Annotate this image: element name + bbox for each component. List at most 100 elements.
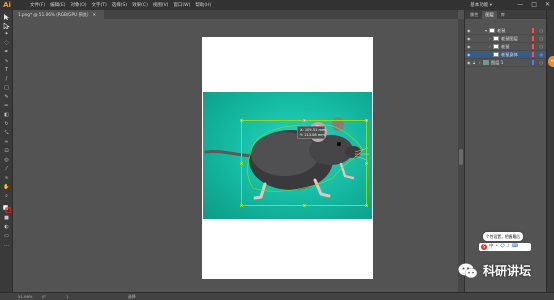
ime-mic-icon[interactable]: ♪ bbox=[507, 244, 510, 250]
menu-edit[interactable]: 编辑(E) bbox=[50, 2, 65, 8]
shape-builder-tool-icon[interactable]: ◎ bbox=[3, 158, 10, 163]
width-tool-icon[interactable]: ≈ bbox=[3, 140, 10, 145]
eyedropper-tool-icon[interactable]: ⁄ bbox=[3, 167, 10, 172]
target-icon[interactable]: ○ bbox=[540, 28, 544, 33]
ime-keyboard-icon[interactable]: ⌨ bbox=[512, 244, 519, 250]
pen-tool-icon[interactable]: ✒ bbox=[3, 50, 10, 55]
selection-tool-icon[interactable] bbox=[3, 14, 10, 20]
layer-color-tag bbox=[532, 36, 534, 41]
fill-stroke-icon[interactable] bbox=[2, 204, 12, 214]
app-logo: Ai bbox=[3, 1, 11, 9]
layer-name[interactable]: 老鼠身体 bbox=[501, 52, 518, 58]
target-icon[interactable]: ○ bbox=[540, 36, 544, 41]
resize-handle[interactable] bbox=[240, 162, 243, 165]
close-tab-icon[interactable]: ✕ bbox=[92, 12, 96, 17]
close-window-button[interactable]: ✕ bbox=[545, 1, 550, 9]
tab-properties[interactable]: 属性 bbox=[467, 11, 481, 19]
lock-icon[interactable]: 🔒︎ bbox=[473, 60, 477, 65]
menu-select[interactable]: 选择(S) bbox=[112, 2, 127, 8]
ime-emoji-icon[interactable]: ☺ bbox=[500, 244, 505, 250]
tab-layers[interactable]: 图层 bbox=[482, 11, 497, 19]
blend-tool-icon[interactable]: ∞ bbox=[3, 176, 10, 181]
resize-handle[interactable] bbox=[365, 162, 368, 165]
zoom-tool-icon[interactable]: ⌕ bbox=[3, 194, 10, 199]
layer-name[interactable]: 图层 1 bbox=[491, 60, 503, 66]
floating-assistant-icon[interactable]: • bbox=[548, 56, 554, 67]
layer-thumbnail bbox=[489, 28, 495, 33]
maximize-button[interactable]: □ bbox=[531, 1, 537, 9]
resize-handle[interactable] bbox=[365, 204, 368, 207]
layer-row[interactable]: ◉ › 老鼠图层 ○ bbox=[465, 35, 546, 43]
layer-name[interactable]: 老鼠 bbox=[497, 28, 505, 34]
menu-effect[interactable]: 效果(C) bbox=[132, 2, 148, 8]
type-tool-icon[interactable]: T bbox=[3, 68, 10, 73]
lasso-tool-icon[interactable]: ◌ bbox=[3, 41, 10, 46]
watermark: 科研讲坛 bbox=[458, 262, 531, 279]
document-tab[interactable]: 1.png* @ 51.06% (RGB/GPU 预览) ✕ bbox=[13, 10, 104, 19]
eye-icon[interactable]: ◉ bbox=[467, 28, 471, 33]
ime-mode-icon[interactable]: 中 bbox=[489, 244, 494, 250]
draw-mode-icon[interactable]: ◐ bbox=[3, 225, 10, 230]
layer-name[interactable]: 老鼠图层 bbox=[501, 36, 518, 42]
status-bar: 51.06% 0° 1 选择 bbox=[0, 292, 554, 300]
direct-selection-tool-icon[interactable] bbox=[3, 22, 10, 30]
rotate-tool-icon[interactable]: ↻ bbox=[3, 122, 10, 127]
target-icon[interactable]: ○ bbox=[540, 44, 544, 49]
line-tool-icon[interactable]: / bbox=[3, 77, 10, 82]
eye-icon[interactable]: ◉ bbox=[467, 60, 471, 65]
page-number[interactable]: 1 bbox=[66, 294, 68, 299]
layer-color-tag bbox=[532, 44, 534, 49]
ime-toolbar[interactable]: S 中 • ☺ ♪ ⌨ bbox=[479, 243, 531, 251]
panel-dock-strip bbox=[546, 10, 554, 293]
menu-type[interactable]: 文字(T) bbox=[92, 2, 107, 8]
ime-punct-icon[interactable]: • bbox=[496, 244, 499, 250]
panel-tabs: 属性 图层 库 bbox=[465, 10, 546, 19]
resize-handle[interactable] bbox=[240, 204, 243, 207]
layer-row[interactable]: ◉ › 老鼠 ○ bbox=[465, 43, 546, 51]
document-tab-title: 1.png* @ 51.06% (RGB/GPU 预览) bbox=[18, 11, 89, 17]
menu-object[interactable]: 对象(O) bbox=[70, 2, 86, 8]
eye-icon[interactable]: ◉ bbox=[467, 44, 471, 49]
zoom-level[interactable]: 51.06% bbox=[18, 294, 32, 299]
scrollbar-thumb[interactable] bbox=[459, 149, 463, 165]
curvature-tool-icon[interactable]: ∿ bbox=[3, 59, 10, 64]
free-transform-tool-icon[interactable]: ⊡ bbox=[3, 149, 10, 154]
layer-row-selected[interactable]: ◉ 老鼠身体 ◎ bbox=[465, 51, 546, 59]
minimize-button[interactable]: — bbox=[517, 1, 523, 9]
screen-mode-icon[interactable]: ▭ bbox=[3, 234, 10, 239]
layer-thumbnail bbox=[493, 36, 499, 41]
tab-libraries[interactable]: 库 bbox=[498, 11, 508, 19]
resize-handle[interactable] bbox=[365, 119, 368, 122]
eye-icon[interactable]: ◉ bbox=[467, 52, 471, 57]
scale-tool-icon[interactable]: ⤡ bbox=[3, 131, 10, 136]
menu-window[interactable]: 窗口(W) bbox=[173, 2, 190, 8]
menu-help[interactable]: 帮助(H) bbox=[195, 2, 211, 8]
layer-name[interactable]: 老鼠 bbox=[501, 44, 509, 50]
position-tooltip: X: 105.51 mm Y: 113.08 mm bbox=[297, 126, 326, 139]
layer-row[interactable]: ◉ 🔒︎ › 图层 1 ○ bbox=[465, 59, 546, 67]
target-icon[interactable]: ○ bbox=[540, 60, 544, 65]
eye-icon[interactable]: ◉ bbox=[467, 36, 471, 41]
pencil-tool-icon[interactable]: ✏ bbox=[3, 104, 10, 109]
menu-file[interactable]: 文件(F) bbox=[30, 2, 45, 8]
paintbrush-tool-icon[interactable]: ✎ bbox=[3, 95, 10, 100]
ime-logo-icon[interactable]: S bbox=[481, 244, 487, 250]
layer-thumbnail bbox=[493, 44, 499, 49]
rotation-angle[interactable]: 0° bbox=[42, 294, 46, 299]
document-tab-bar: 1.png* @ 51.06% (RGB/GPU 预览) ✕ bbox=[13, 10, 458, 19]
layer-thumbnail bbox=[483, 60, 489, 65]
more-tools-icon[interactable]: … bbox=[3, 243, 10, 248]
resize-handle[interactable] bbox=[240, 119, 243, 122]
workspace-switcher[interactable]: 基本功能 ▾ bbox=[470, 2, 492, 8]
hand-tool-icon[interactable]: ✋ bbox=[3, 185, 10, 190]
rectangle-tool-icon[interactable]: □ bbox=[3, 86, 10, 91]
target-icon[interactable]: ◎ bbox=[540, 52, 544, 57]
menu-view[interactable]: 视图(V) bbox=[153, 2, 169, 8]
color-mode-icon[interactable]: ■ bbox=[3, 216, 10, 221]
layer-row[interactable]: ◉ ▾ 老鼠 ○ bbox=[465, 27, 546, 35]
resize-handle[interactable] bbox=[303, 119, 306, 122]
layer-color-tag bbox=[532, 52, 534, 57]
resize-handle[interactable] bbox=[303, 204, 306, 207]
eraser-tool-icon[interactable]: ◧ bbox=[3, 113, 10, 118]
magic-wand-tool-icon[interactable]: ✦ bbox=[3, 32, 10, 37]
